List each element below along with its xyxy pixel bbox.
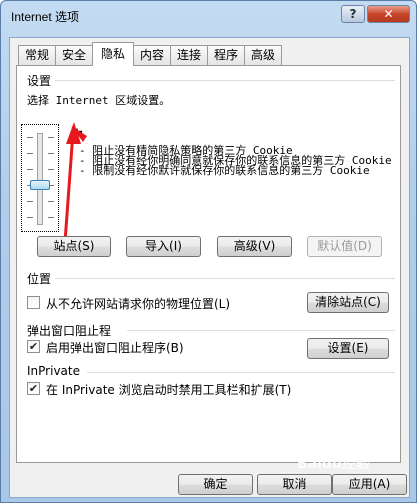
popup-blocker-checkbox[interactable]: ✔ [27, 340, 40, 353]
tab-general[interactable]: 常规 [18, 45, 56, 65]
popup-settings-button[interactable]: 设置(E) [307, 338, 389, 359]
window-title: Internet 选项 [11, 10, 80, 24]
default-button[interactable]: 默认值(D) [307, 236, 382, 257]
red-arrow-annotation [63, 122, 87, 243]
tab-advanced[interactable]: 高级 [244, 45, 282, 65]
settings-divider [55, 80, 395, 81]
internet-options-window: Internet 选项 ? ✕ 常规 安全 隐私 内容 连接 程序 高级 设置 … [0, 0, 417, 503]
ok-button[interactable]: 确定 [178, 474, 253, 495]
location-heading: 位置 [27, 272, 52, 286]
tab-security[interactable]: 安全 [55, 45, 93, 65]
clear-sites-button[interactable]: 清除站点(C) [307, 292, 389, 313]
slider-track[interactable] [37, 133, 43, 225]
popup-divider [127, 330, 395, 331]
sites-button[interactable]: 站点(S) [37, 236, 111, 257]
tab-content[interactable]: 内容 [133, 45, 171, 65]
import-button[interactable]: 导入(I) [126, 236, 201, 257]
apply-button[interactable]: 应用(A) [332, 474, 407, 495]
location-checkbox[interactable] [27, 296, 40, 309]
settings-instruction: 选择 Internet 区域设置。 [27, 94, 171, 107]
inprivate-checkbox-label[interactable]: 在 InPrivate 浏览启动时禁用工具栏和扩展(T) [46, 381, 291, 398]
tab-privacy[interactable]: 隐私 [92, 42, 134, 66]
popup-heading: 弹出窗口阻止程 [27, 324, 112, 338]
inprivate-checkbox[interactable]: ✔ [27, 382, 40, 395]
settings-heading: 设置 [27, 74, 52, 88]
location-divider [55, 278, 395, 279]
privacy-level-description: - 阻止没有精简隐私策略的第三方 Cookie - 阻止没有经你明确同意就保存你… [79, 145, 399, 177]
close-button[interactable]: ✕ [367, 5, 410, 23]
watermark: Baidu经验 [297, 456, 370, 472]
dialog-client-area: 常规 安全 隐私 内容 连接 程序 高级 设置 选择 Internet 区域设置… [9, 37, 410, 498]
privacy-panel: 设置 选择 Internet 区域设置。 中 - [16, 65, 401, 463]
advanced-button[interactable]: 高级(V) [217, 236, 292, 257]
tab-connections[interactable]: 连接 [170, 45, 208, 65]
title-bar[interactable]: Internet 选项 ? ✕ [1, 1, 417, 31]
inprivate-divider [87, 372, 395, 373]
description-line-3: - 限制没有经你默许就保存你的联系信息的第三方 Cookie [79, 164, 370, 177]
cancel-button[interactable]: 取消 [257, 474, 332, 495]
slider-thumb[interactable] [30, 180, 50, 190]
popup-blocker-label[interactable]: 启用弹出窗口阻止程序(B) [46, 339, 184, 356]
tab-programs[interactable]: 程序 [207, 45, 245, 65]
inprivate-heading: InPrivate [27, 364, 80, 378]
help-button[interactable]: ? [341, 5, 365, 23]
location-checkbox-label[interactable]: 从不允许网站请求你的物理位置(L) [46, 295, 230, 312]
